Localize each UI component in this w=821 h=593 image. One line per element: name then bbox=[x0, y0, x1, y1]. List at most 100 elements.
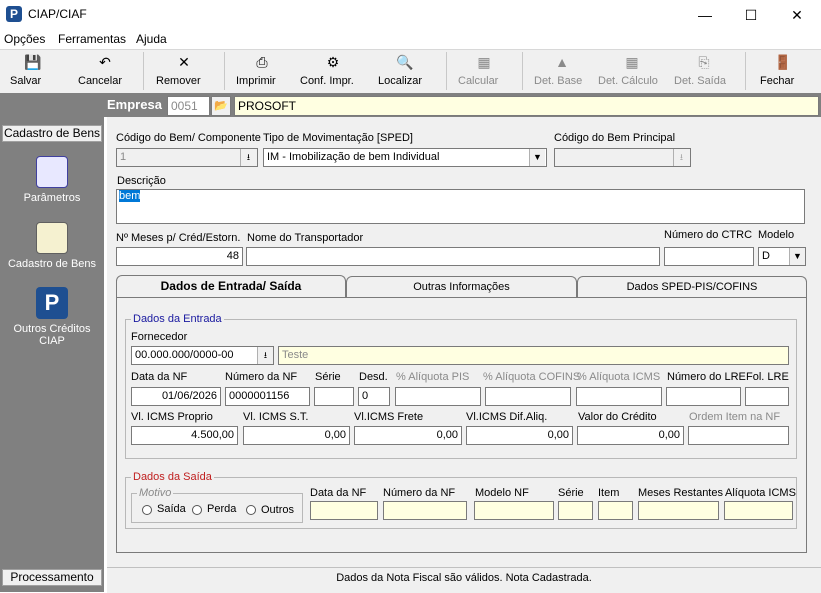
sidebar-header[interactable]: Cadastro de Bens bbox=[2, 125, 102, 142]
minimize-button[interactable]: — bbox=[682, 0, 728, 30]
tab-dados-sped[interactable]: Dados SPED-PIS/COFINS bbox=[577, 276, 807, 298]
salvar-button[interactable]: 💾 Salvar bbox=[10, 49, 56, 93]
fechar-button[interactable]: 🚪 Fechar bbox=[760, 49, 806, 93]
saida-serie-input[interactable] bbox=[558, 501, 593, 520]
close-button[interactable]: ✕ bbox=[774, 0, 820, 30]
modelo-label: Modelo bbox=[758, 229, 795, 241]
codigo-bem-lookup-icon[interactable]: ⭳ bbox=[240, 149, 256, 166]
saida-group-title: Dados da Saída bbox=[131, 471, 214, 483]
folder-open-icon[interactable]: 📂 bbox=[211, 96, 231, 116]
saida-item-input[interactable] bbox=[598, 501, 633, 520]
undo-icon: ↶ bbox=[99, 54, 111, 70]
remover-button[interactable]: ✕ Remover bbox=[156, 49, 212, 93]
empresa-code-input[interactable]: 0051 bbox=[167, 96, 210, 116]
numero-lre-label: Número do LRE bbox=[667, 371, 746, 383]
fornecedor-lookup-icon[interactable]: ⭳ bbox=[257, 347, 273, 364]
det-saida-button[interactable]: ⎘ Det. Saída bbox=[674, 49, 734, 93]
vl-icms-proprio-label: Vl. ICMS Proprio bbox=[131, 411, 213, 423]
saida-data-nf-input[interactable] bbox=[310, 501, 378, 520]
remove-icon: ✕ bbox=[178, 54, 190, 70]
app-icon: P bbox=[6, 6, 22, 22]
p-logo-icon: P bbox=[36, 287, 68, 319]
saida-aliquota-icms-label: Alíquota ICMS bbox=[725, 487, 796, 499]
ctrc-label: Número do CTRC bbox=[664, 229, 753, 241]
codigo-principal-lookup-icon[interactable]: ⭳ bbox=[673, 149, 689, 166]
tab-outras-informacoes[interactable]: Outras Informações bbox=[346, 276, 577, 298]
base-icon: ▲ bbox=[555, 54, 569, 70]
numero-nf-label: Número da NF bbox=[225, 371, 298, 383]
saida-aliquota-icms-input[interactable] bbox=[724, 501, 793, 520]
notebook-pencil-icon bbox=[36, 156, 68, 188]
motivo-outros-label: Outros bbox=[261, 504, 295, 516]
tipo-mov-select[interactable]: IM - Imobilização de bem Individual bbox=[263, 148, 547, 167]
ctrc-input[interactable] bbox=[664, 247, 754, 266]
vl-icms-frete-input[interactable]: 0,00 bbox=[354, 426, 462, 445]
codigo-principal-input[interactable] bbox=[554, 148, 691, 167]
menu-ajuda[interactable]: Ajuda bbox=[136, 32, 167, 46]
cancelar-button[interactable]: ↶ Cancelar bbox=[78, 49, 132, 93]
data-nf-input[interactable]: 01/06/2026 bbox=[131, 387, 221, 406]
descricao-value: bem bbox=[119, 190, 141, 202]
calcular-button[interactable]: ▦ Calcular bbox=[458, 49, 510, 93]
fol-lre-label: Fol. LRE bbox=[746, 371, 789, 383]
codigo-bem-input[interactable]: 1 bbox=[116, 148, 258, 167]
saida-meses-restantes-input[interactable] bbox=[638, 501, 719, 520]
motivo-outros-radio[interactable] bbox=[246, 505, 256, 515]
aliq-cofins-input[interactable] bbox=[485, 387, 571, 406]
numero-nf-input[interactable]: 0000001156 bbox=[225, 387, 310, 406]
sidebar-footer[interactable]: Processamento bbox=[2, 569, 102, 586]
det-base-button[interactable]: ▲ Det. Base bbox=[534, 49, 590, 93]
transportador-label: Nome do Transportador bbox=[247, 232, 364, 244]
sidebar-item-cadastro-bens[interactable]: Cadastro de Bens bbox=[2, 222, 102, 270]
menu-opcoes[interactable]: Opções bbox=[4, 32, 45, 46]
serie-label: Série bbox=[315, 371, 341, 383]
fol-lre-input[interactable] bbox=[745, 387, 789, 406]
aliq-pis-label: % Alíquota PIS bbox=[396, 371, 470, 383]
descricao-textarea[interactable]: bem bbox=[116, 189, 805, 224]
chevron-down-icon[interactable]: ▼ bbox=[529, 149, 545, 166]
vl-icms-dif-input[interactable]: 0,00 bbox=[466, 426, 573, 445]
imprimir-button[interactable]: ⎙ Imprimir bbox=[236, 49, 288, 93]
saida-modelo-nf-label: Modelo NF bbox=[475, 487, 529, 499]
conf-impr-button[interactable]: ⚙ Conf. Impr. bbox=[300, 49, 366, 93]
desd-input[interactable]: 0 bbox=[358, 387, 390, 406]
transportador-input[interactable] bbox=[246, 247, 660, 266]
localizar-button[interactable]: 🔍 Localizar bbox=[378, 49, 432, 93]
motivo-saida-label: Saída bbox=[157, 503, 186, 515]
motivo-perda-radio[interactable] bbox=[192, 505, 202, 515]
saida-numero-nf-input[interactable] bbox=[383, 501, 467, 520]
vl-icms-proprio-input[interactable]: 4.500,00 bbox=[131, 426, 238, 445]
tab-dados-entrada-saida[interactable]: Dados de Entrada/ Saída bbox=[116, 275, 346, 299]
save-icon: 💾 bbox=[24, 54, 42, 70]
vl-icms-st-input[interactable]: 0,00 bbox=[243, 426, 350, 445]
saida-item-label: Item bbox=[598, 487, 620, 499]
chevron-down-icon[interactable]: ▼ bbox=[789, 248, 805, 265]
form-pencil-icon bbox=[36, 222, 68, 254]
printer-icon: ⎙ bbox=[256, 54, 268, 70]
fornecedor-code-input[interactable]: 00.000.000/0000-00 bbox=[131, 346, 274, 365]
aliq-pis-input[interactable] bbox=[395, 387, 481, 406]
serie-input[interactable] bbox=[314, 387, 354, 406]
aliq-cofins-label: % Alíquota COFINS bbox=[483, 371, 581, 383]
vl-icms-frete-label: Vl.ICMS Frete bbox=[354, 411, 424, 423]
numero-lre-input[interactable] bbox=[666, 387, 741, 406]
maximize-button[interactable]: ☐ bbox=[728, 0, 774, 30]
desd-label: Desd. bbox=[359, 371, 388, 383]
valor-credito-input[interactable]: 0,00 bbox=[577, 426, 684, 445]
toolbar-separator bbox=[446, 52, 447, 90]
saida-modelo-nf-input[interactable] bbox=[474, 501, 554, 520]
aliq-icms-label: % Alíquota ICMS bbox=[577, 371, 661, 383]
det-calculo-button[interactable]: ▦ Det. Cálculo bbox=[598, 49, 666, 93]
descricao-label: Descrição bbox=[117, 175, 166, 187]
empresa-name-field: PROSOFT bbox=[234, 96, 819, 116]
saida-meses-restantes-label: Meses Restantes bbox=[638, 487, 723, 499]
sidebar-item-parametros[interactable]: Parâmetros bbox=[2, 156, 102, 204]
menu-ferramentas[interactable]: Ferramentas bbox=[58, 32, 126, 46]
motivo-saida-radio[interactable] bbox=[142, 505, 152, 515]
sidebar-item-outros-creditos[interactable]: P Outros Créditos CIAP bbox=[2, 287, 102, 347]
calc-detail-icon: ▦ bbox=[625, 54, 639, 70]
door-exit-icon: 🚪 bbox=[774, 54, 792, 70]
aliq-icms-input[interactable] bbox=[576, 387, 662, 406]
ordem-item-input[interactable] bbox=[688, 426, 789, 445]
meses-input[interactable]: 48 bbox=[116, 247, 243, 266]
